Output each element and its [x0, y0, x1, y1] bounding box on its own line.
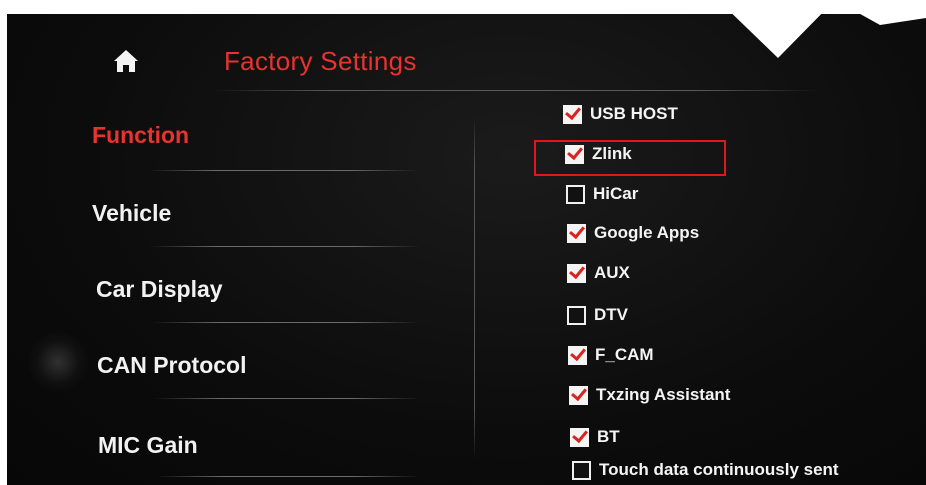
checkbox[interactable] [572, 460, 591, 480]
option-label: AUX [594, 263, 630, 282]
option-f-cam[interactable]: F_CAM [568, 345, 654, 365]
option-label: BT [597, 427, 620, 446]
sidebar-divider [156, 476, 420, 477]
sidebar-divider [150, 246, 420, 247]
checkbox[interactable] [569, 385, 588, 405]
checkbox[interactable] [570, 427, 589, 447]
option-label: F_CAM [595, 345, 654, 364]
home-icon [114, 50, 138, 72]
checkbox[interactable] [567, 223, 586, 243]
option-txzing-assistant[interactable]: Txzing Assistant [569, 385, 730, 405]
sidebar-divider [148, 170, 418, 171]
column-divider [474, 115, 475, 460]
sidebar-divider [152, 322, 420, 323]
sidebar-item-mic-gain[interactable]: MIC Gain [98, 432, 198, 459]
option-aux[interactable]: AUX [567, 263, 630, 283]
option-label: Google Apps [594, 223, 700, 242]
highlight-box [534, 140, 726, 176]
header-divider [210, 90, 820, 91]
option-hicar[interactable]: HiCar [566, 184, 638, 204]
option-bt[interactable]: BT [570, 427, 620, 447]
option-label: DTV [594, 305, 628, 324]
head-unit-screen [6, 14, 926, 485]
checkbox[interactable] [567, 263, 586, 283]
sidebar-item-can-protocol[interactable]: CAN Protocol [97, 352, 247, 379]
sidebar-item-car-display[interactable]: Car Display [96, 276, 223, 303]
option-label: Txzing Assistant [596, 385, 731, 404]
sidebar-item-function[interactable]: Function [92, 122, 189, 149]
option-label: HiCar [593, 184, 639, 203]
sidebar-item-vehicle[interactable]: Vehicle [92, 200, 171, 227]
option-label: Touch data continuously sent [599, 460, 839, 479]
option-google-apps[interactable]: Google Apps [567, 223, 699, 243]
checkbox[interactable] [567, 305, 586, 325]
home-button[interactable] [112, 48, 140, 74]
screen-glare [28, 332, 88, 392]
option-touch-data-continuously-sent[interactable]: Touch data continuously sent [572, 460, 839, 480]
sidebar-divider [154, 398, 420, 399]
checkbox[interactable] [566, 184, 585, 204]
option-label: USB HOST [590, 104, 678, 123]
page-title: Factory Settings [224, 46, 417, 76]
option-usb-host[interactable]: USB HOST [563, 104, 678, 124]
checkbox[interactable] [563, 104, 582, 124]
option-dtv[interactable]: DTV [567, 305, 628, 325]
checkbox[interactable] [568, 345, 587, 365]
